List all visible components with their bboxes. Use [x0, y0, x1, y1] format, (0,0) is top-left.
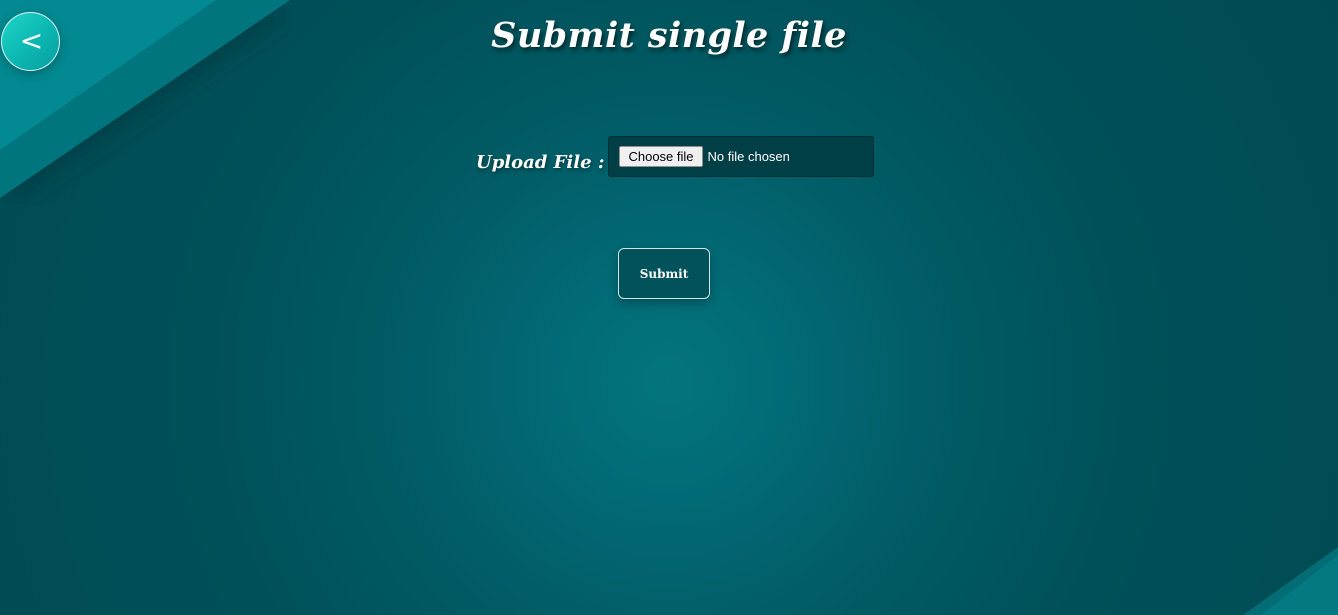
bottom-right-decorative-shape [1243, 547, 1338, 615]
choose-file-button[interactable]: Choose file [619, 146, 703, 167]
back-button[interactable]: < [1, 12, 60, 71]
upload-row: Upload File : Choose file No file chosen [476, 136, 875, 177]
page-title: Submit single file [491, 15, 847, 56]
chevron-left-icon: < [19, 23, 44, 57]
upload-file-label: Upload File : [476, 151, 605, 173]
file-status-text: No file chosen [707, 149, 790, 164]
file-upload-input[interactable]: Choose file No file chosen [608, 136, 875, 177]
submit-button[interactable]: Submit [618, 248, 710, 299]
